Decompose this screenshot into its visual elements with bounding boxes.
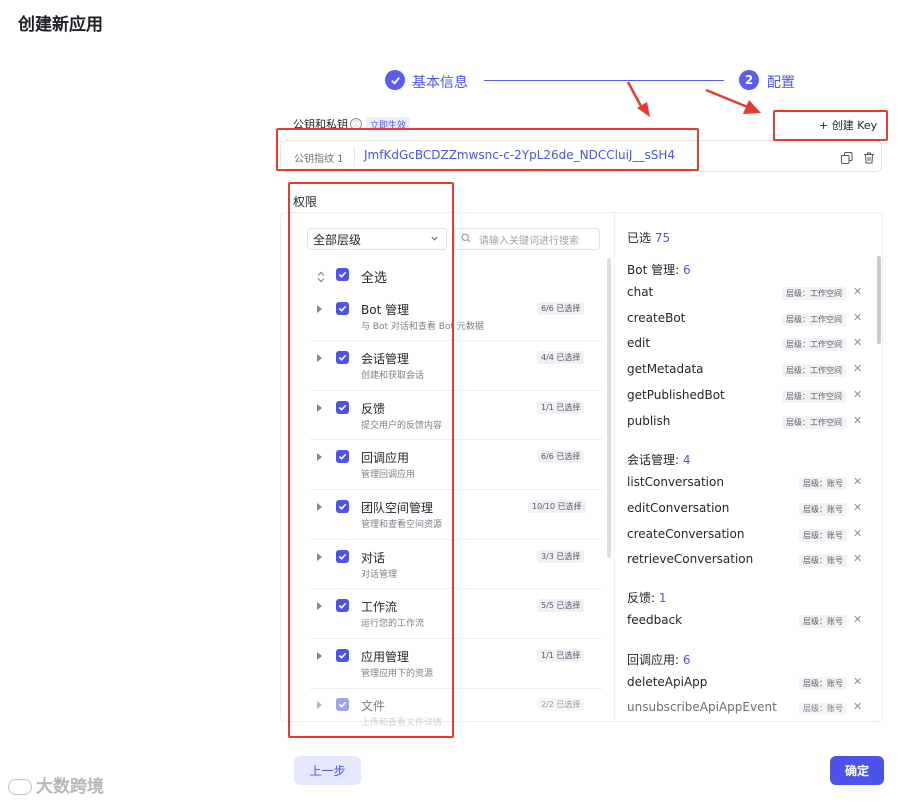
api-item: chat [627,285,654,299]
watermark: 大数跨境 [8,772,104,797]
scope-badge: 层级：工作空间 [782,338,846,351]
api-item: deleteApiApp [627,675,708,689]
search-placeholder: 请输入关键词进行搜索 [479,236,579,247]
delete-icon[interactable] [863,149,875,168]
api-item: getMetadata [627,362,704,376]
selected-group-header: Bot 管理: 6 [627,261,691,278]
group-selected-badge: 3/3 已选择 [537,550,585,563]
scope-badge: 层级：账号 [799,554,847,567]
selected-group-count: 4 [682,453,691,467]
page-title: 创建新应用 [18,15,103,35]
api-item: unsubscribeApiAppEvent [627,700,777,714]
scope-badge: 层级：工作空间 [782,364,846,377]
right-scrollbar[interactable] [877,256,881,344]
remove-icon[interactable]: ✕ [853,336,862,349]
api-item: edit [627,336,651,350]
scope-badge: 层级：账号 [799,503,847,516]
selected-total-header: 已选 75 [627,229,670,246]
remove-icon[interactable]: ✕ [853,700,862,713]
remove-icon[interactable]: ✕ [853,388,862,401]
scope-badge: 层级：账号 [799,615,847,628]
watermark-text: 大数跨境 [36,777,104,797]
group-selected-badge: 4/4 已选择 [537,351,585,364]
group-selected-badge: 1/1 已选择 [537,401,585,414]
selected-group-header: 回调应用: 6 [627,651,691,668]
group-selected-badge: 5/5 已选择 [537,599,585,612]
remove-icon[interactable]: ✕ [853,311,862,324]
selected-group-header: 反馈: 1 [627,589,667,606]
scope-badge: 层级：工作空间 [782,416,846,429]
scope-badge: 层级：工作空间 [782,287,846,300]
remove-icon[interactable]: ✕ [853,613,862,626]
remove-icon[interactable]: ✕ [853,552,862,565]
scope-badge: 层级：工作空间 [782,313,846,326]
selected-group-name: 会话管理: [627,453,680,467]
previous-step-button[interactable]: 上一步 [294,756,361,785]
confirm-button[interactable]: 确定 [830,756,884,785]
panel-divider [614,212,615,720]
annotation-box-fingerprint [276,128,699,171]
scope-badge: 层级：账号 [799,477,847,490]
step-complete-check-icon [385,70,405,90]
selected-group-count: 1 [658,591,667,605]
api-item: retrieveConversation [627,552,754,566]
remove-icon[interactable]: ✕ [853,501,862,514]
selected-group-count: 6 [682,653,691,667]
remove-icon[interactable]: ✕ [853,414,862,427]
api-item: listConversation [627,475,724,489]
permission-search-input[interactable]: 请输入关键词进行搜索 [454,228,600,250]
scope-badge: 层级：账号 [799,529,847,542]
selected-group-name: 回调应用: [627,653,680,667]
selected-total-count: 75 [654,231,671,245]
remove-icon[interactable]: ✕ [853,362,862,375]
remove-icon[interactable]: ✕ [853,475,862,488]
selected-group-name: Bot 管理: [627,263,680,277]
group-selected-badge: 10/10 已选择 [528,500,586,513]
api-item: createConversation [627,527,745,541]
api-item: createBot [627,311,686,325]
remove-icon[interactable]: ✕ [853,675,862,688]
selected-group-header: 会话管理: 4 [627,451,691,468]
left-scrollbar[interactable] [607,258,611,558]
selected-label: 已选 [627,231,652,245]
remove-icon[interactable]: ✕ [853,527,862,540]
group-selected-badge: 6/6 已选择 [537,450,585,463]
api-item: getPublishedBot [627,388,725,402]
api-item: feedback [627,613,683,627]
remove-icon[interactable]: ✕ [853,285,862,298]
group-selected-badge: 2/2 已选择 [537,698,585,711]
step-basic-info-label[interactable]: 基本信息 [412,72,468,92]
annotation-arrows [626,81,761,117]
group-selected-badge: 6/6 已选择 [537,302,585,315]
annotation-box-permissions [288,182,454,738]
selected-group-name: 反馈: [627,591,656,605]
scope-badge: 层级：账号 [799,677,847,690]
search-icon [461,233,471,246]
selected-group-count: 6 [682,263,691,277]
watermark-logo-icon [8,779,32,795]
copy-icon[interactable] [841,149,853,168]
scope-badge: 层级：工作空间 [782,390,846,403]
group-selected-badge: 1/1 已选择 [537,649,585,662]
scope-badge: 层级：账号 [799,702,847,715]
api-item: publish [627,414,671,428]
api-item: editConversation [627,501,730,515]
